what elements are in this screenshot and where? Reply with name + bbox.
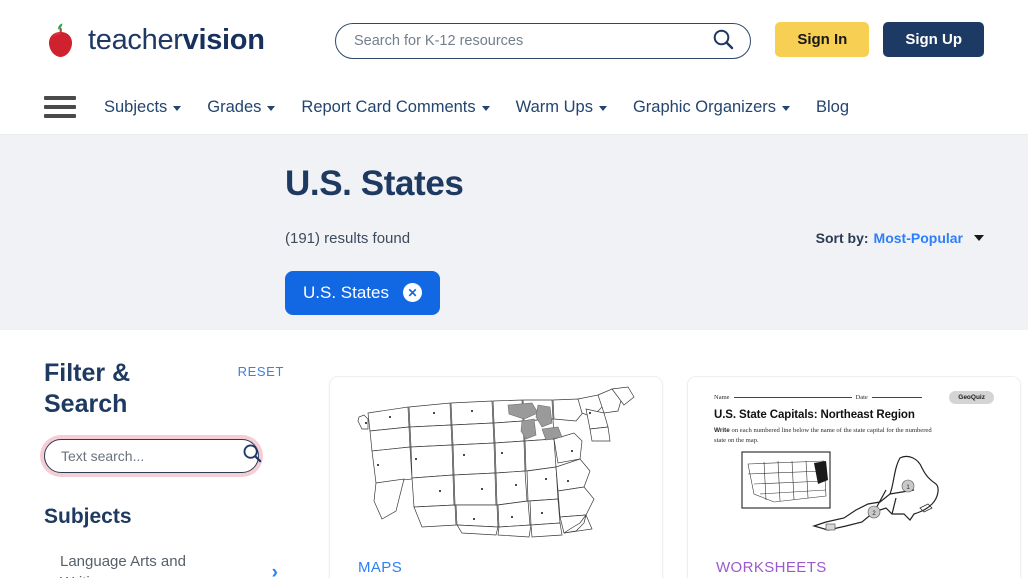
sidebar-item-label: Language Arts and Writing: [60, 551, 200, 578]
results-hero: U.S. States (191) results found Sort by:…: [0, 135, 1028, 330]
nav-item-blog[interactable]: Blog: [816, 98, 849, 117]
nav-item-report-card-comments[interactable]: Report Card Comments: [301, 98, 489, 117]
nav-label: Warm Ups: [516, 98, 593, 117]
chevron-down-icon: [173, 106, 181, 111]
search-icon[interactable]: [242, 443, 262, 468]
hamburger-icon[interactable]: [44, 96, 76, 118]
results-count: (191) results found: [285, 230, 410, 247]
site-header: teachervision Sign In Sign Up: [0, 0, 1028, 80]
logo-wordmark: teachervision: [88, 26, 265, 55]
content-area: Filter & Search RESET Subjects Language …: [0, 330, 1028, 578]
chevron-down-icon: [267, 106, 275, 111]
search-input[interactable]: [354, 33, 712, 49]
nav-label: Blog: [816, 98, 849, 117]
filter-sidebar-header: Filter & Search RESET: [44, 358, 284, 421]
filter-text-search-input[interactable]: [61, 448, 242, 464]
chevron-down-icon: [782, 106, 790, 111]
sidebar-item-language-arts-and-writing[interactable]: Language Arts and Writing ›: [44, 551, 284, 578]
page-title: U.S. States: [285, 165, 984, 204]
global-search-box[interactable]: [335, 23, 751, 59]
worksheet-instruction-rest: on each numbered line below the name of …: [714, 427, 932, 444]
worksheet-map-figure: 1 2: [714, 450, 1004, 538]
chevron-down-icon[interactable]: [974, 235, 984, 241]
worksheet-title: U.S. State Capitals: Northeast Region: [714, 409, 994, 421]
search-icon[interactable]: [712, 28, 734, 55]
worksheet-instruction-bold: Write: [714, 427, 730, 434]
close-icon[interactable]: ✕: [403, 283, 422, 302]
geoquiz-badge: GeoQuiz: [949, 391, 994, 404]
apple-icon: [44, 21, 78, 59]
worksheet-date-label: Date: [856, 394, 868, 401]
main-navigation: Subjects Grades Report Card Comments War…: [0, 80, 1028, 135]
active-filter-chip[interactable]: U.S. States ✕: [285, 271, 440, 315]
sign-up-button[interactable]: Sign Up: [883, 22, 984, 57]
nav-item-graphic-organizers[interactable]: Graphic Organizers: [633, 98, 790, 117]
worksheet-date-line: [872, 397, 922, 398]
auth-buttons: Sign In Sign Up: [775, 22, 984, 57]
chevron-down-icon: [599, 106, 607, 111]
active-filter-label: U.S. States: [303, 283, 389, 303]
site-logo[interactable]: teachervision: [44, 21, 265, 59]
sort-by-value[interactable]: Most-Popular: [874, 230, 963, 246]
filter-text-search-box[interactable]: [44, 439, 259, 473]
filter-sidebar: Filter & Search RESET Subjects Language …: [44, 330, 284, 578]
worksheet-name-label: Name: [714, 394, 730, 401]
result-card[interactable]: Name Date GeoQuiz U.S. State Capitals: N…: [687, 376, 1021, 578]
nav-item-warm-ups[interactable]: Warm Ups: [516, 98, 607, 117]
logo-text-part2: vision: [183, 24, 265, 56]
results-grid: MAPS Name Date GeoQuiz U.S. State Capita…: [284, 330, 1021, 578]
sort-by-control[interactable]: Sort by: Most-Popular: [816, 230, 984, 246]
subjects-heading: Subjects: [44, 505, 284, 529]
sign-in-button[interactable]: Sign In: [775, 22, 869, 57]
chevron-right-icon[interactable]: ›: [272, 563, 278, 578]
nav-item-grades[interactable]: Grades: [207, 98, 275, 117]
chevron-down-icon: [482, 106, 490, 111]
worksheet-image: Name Date GeoQuiz U.S. State Capitals: N…: [688, 377, 1020, 549]
nav-label: Graphic Organizers: [633, 98, 776, 117]
nav-label: Report Card Comments: [301, 98, 475, 117]
result-card-category[interactable]: MAPS: [330, 549, 662, 578]
logo-text-part1: teacher: [88, 24, 183, 56]
us-map-image: [330, 377, 662, 549]
nav-label: Subjects: [104, 98, 167, 117]
worksheet-name-line: [734, 397, 852, 398]
result-card-category[interactable]: WORKSHEETS: [688, 549, 1020, 578]
sort-by-label: Sort by:: [816, 230, 869, 246]
nav-label: Grades: [207, 98, 261, 117]
filter-search-title: Filter & Search: [44, 358, 169, 421]
worksheet-instructions: Write on each numbered line below the na…: [714, 426, 934, 445]
reset-filters-button[interactable]: RESET: [238, 364, 284, 379]
result-card[interactable]: MAPS: [329, 376, 663, 578]
results-meta-row: (191) results found Sort by: Most-Popula…: [285, 230, 984, 247]
worksheet-header-row: Name Date GeoQuiz: [714, 391, 994, 404]
nav-item-subjects[interactable]: Subjects: [104, 98, 181, 117]
